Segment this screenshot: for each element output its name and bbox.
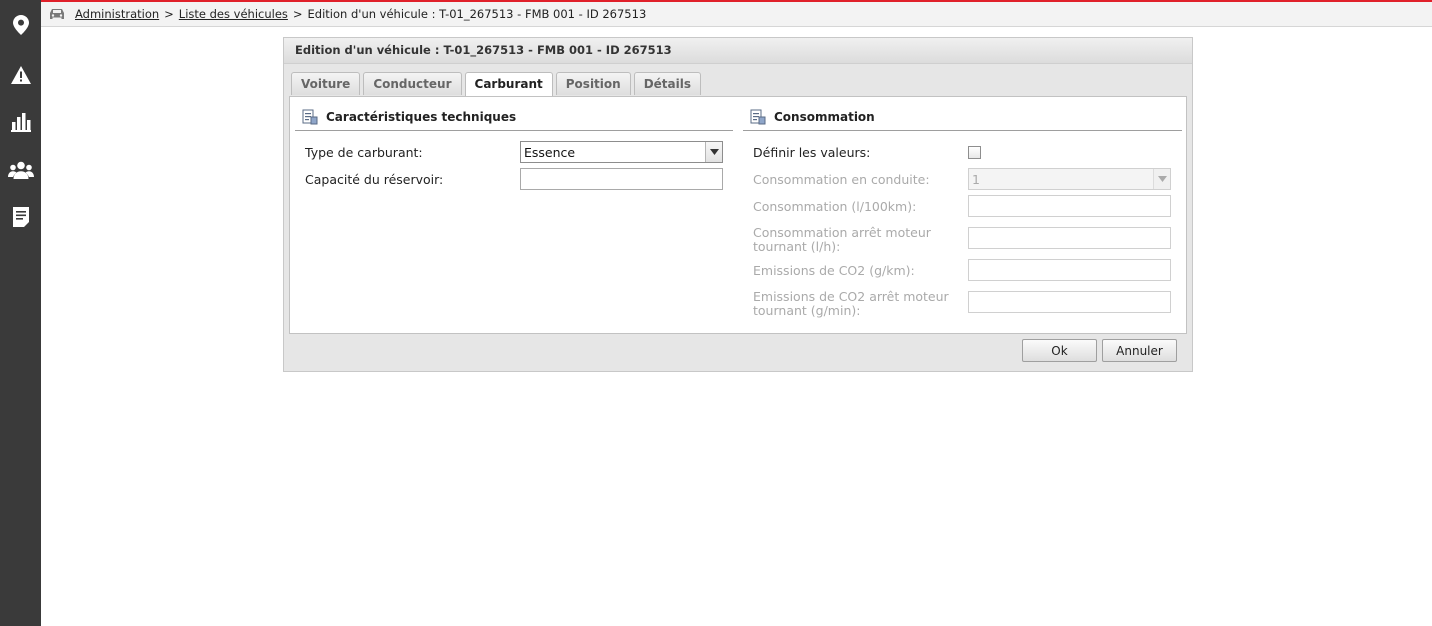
idle-consumption-label: Consommation arrêt moteur tournant (l/h)… [753,225,931,254]
define-values-label: Définir les valeurs: [753,145,871,160]
dialog-title: Edition d'un véhicule : T-01_267513 - FM… [284,38,1192,64]
section-title-consumption: Consommation [774,110,875,124]
section-title-technical: Caractéristiques techniques [326,110,517,124]
tab-voiture[interactable]: Voiture [291,72,361,95]
breadcrumb-separator: > [164,7,174,21]
consumption-100km-label: Consommation (l/100km): [753,199,917,214]
chevron-down-icon[interactable] [705,142,722,162]
co2-label: Emissions de CO2 (g/km): [753,263,915,278]
co2-idle-label: Emissions de CO2 arrêt moteur tournant (… [753,289,949,318]
document-icon[interactable] [0,199,41,235]
define-values-checkbox[interactable] [968,146,981,159]
idle-consumption-input[interactable] [968,227,1171,249]
cancel-button[interactable]: Annuler [1102,339,1177,362]
tab-carburant[interactable]: Carburant [464,72,553,97]
breadcrumb-separator: > [292,7,303,21]
tab-bar: Voiture Conducteur Carburant Position Dé… [291,72,704,97]
users-icon[interactable] [0,152,41,188]
section-header-consumption: Consommation [743,104,1182,131]
fuel-type-value: Essence [524,144,576,160]
sidebar [0,0,41,626]
driving-consumption-select[interactable]: 1 [968,168,1171,190]
breadcrumb-administration-link[interactable]: Administration [75,7,159,21]
fuel-form-icon [302,109,318,125]
breadcrumb-current: Edition d'un véhicule : T-01_267513 - FM… [307,7,647,21]
breadcrumb-vehicle-list-link[interactable]: Liste des véhicules [179,7,288,21]
driving-consumption-label: Consommation en conduite: [753,172,930,187]
fuel-type-select[interactable]: Essence [520,141,723,163]
tab-position[interactable]: Position [555,72,631,95]
tab-panel-carburant: Caractéristiques techniques Type de carb… [289,96,1187,334]
tank-capacity-input[interactable] [520,168,723,190]
fuel-type-label: Type de carburant: [305,145,423,160]
tab-conducteur[interactable]: Conducteur [363,72,462,95]
bar-chart-icon[interactable] [0,104,41,140]
ok-button[interactable]: Ok [1022,339,1097,362]
section-header-technical: Caractéristiques techniques [295,104,733,131]
edit-vehicle-dialog: Edition d'un véhicule : T-01_267513 - FM… [283,37,1193,372]
consumption-100km-input[interactable] [968,195,1171,217]
warning-icon[interactable] [0,57,41,93]
consumption-form-icon [750,109,766,125]
tank-capacity-label: Capacité du réservoir: [305,172,444,187]
breadcrumb: Administration > Liste des véhicules > Editi… [41,2,1432,27]
location-pin-icon[interactable] [0,7,41,43]
chevron-down-icon [1153,169,1170,189]
co2-idle-input[interactable] [968,291,1171,313]
tab-details[interactable]: Détails [633,72,702,95]
co2-input[interactable] [968,259,1171,281]
driving-consumption-value: 1 [972,171,980,187]
car-icon [50,9,64,19]
